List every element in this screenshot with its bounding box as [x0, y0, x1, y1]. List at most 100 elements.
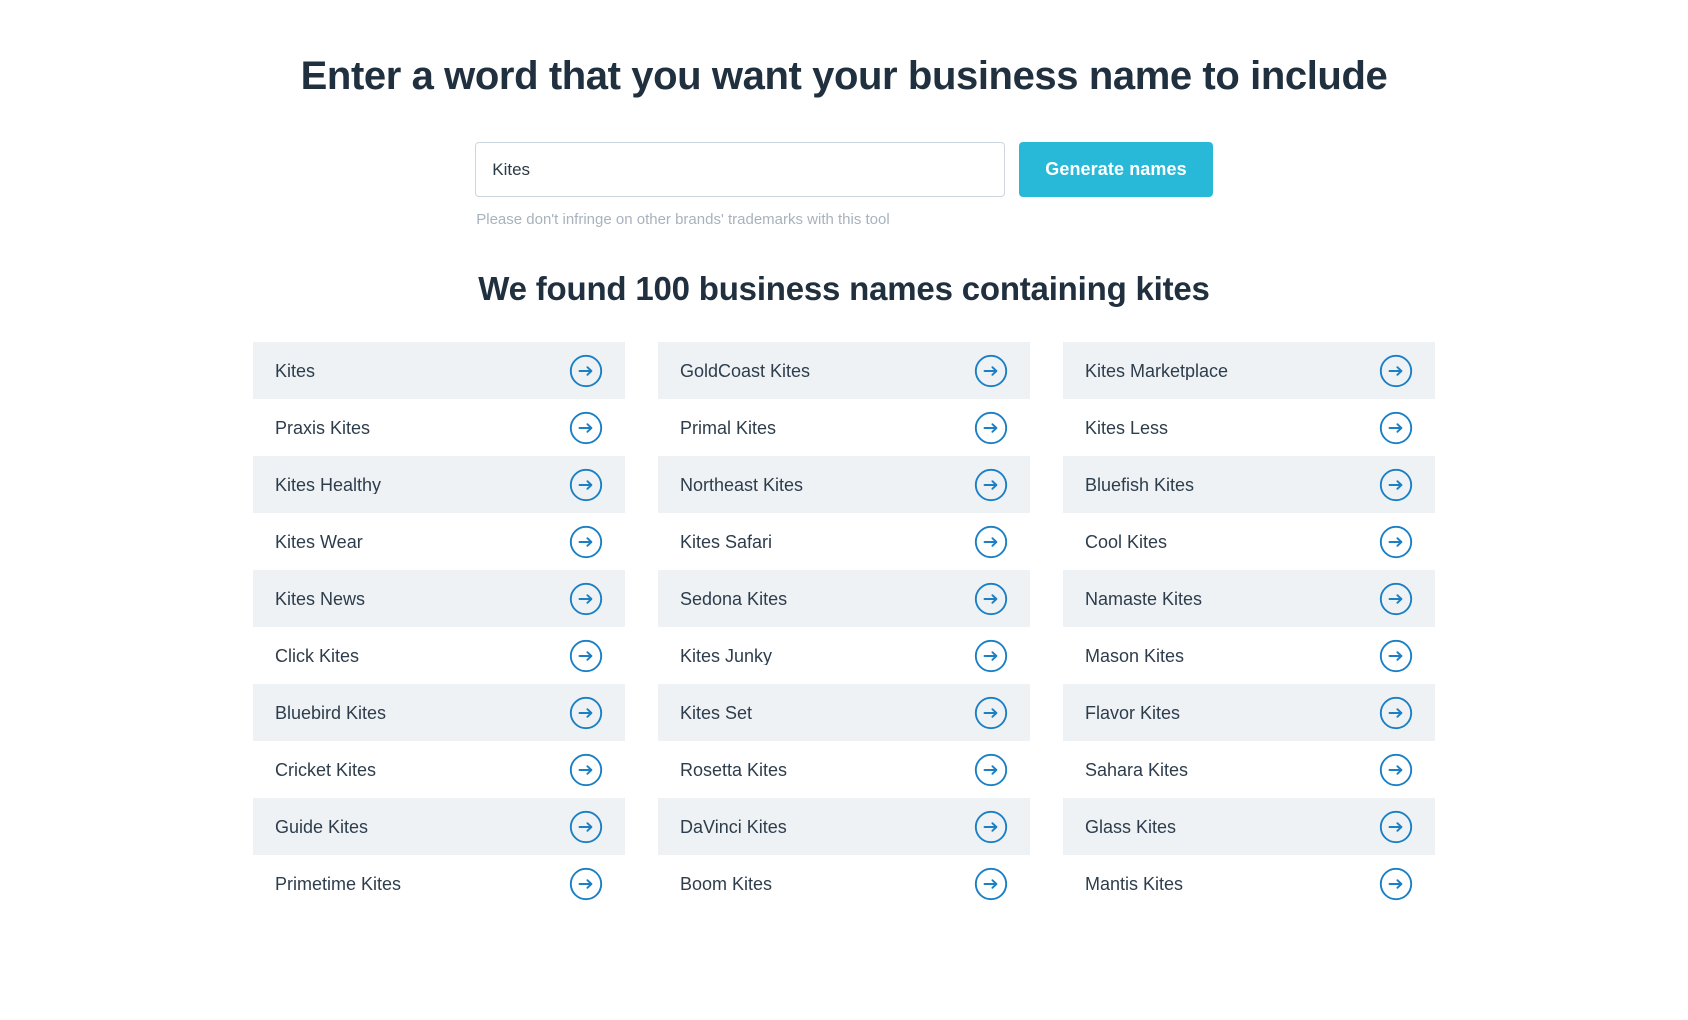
business-name-label: Kites News: [275, 590, 365, 608]
arrow-right-circle-icon[interactable]: [974, 753, 1008, 787]
generate-names-button[interactable]: Generate names: [1019, 142, 1212, 197]
business-name-label: DaVinci Kites: [680, 818, 787, 836]
search-section: Generate names Please don't infringe on …: [0, 142, 1688, 228]
business-name-label: Namaste Kites: [1085, 590, 1202, 608]
business-name-label: Kites Less: [1085, 419, 1168, 437]
business-name-row[interactable]: Guide Kites: [253, 798, 625, 855]
business-name-row[interactable]: Kites: [253, 342, 625, 399]
business-name-row[interactable]: Namaste Kites: [1063, 570, 1435, 627]
business-name-label: Kites Safari: [680, 533, 772, 551]
business-name-label: Bluebird Kites: [275, 704, 386, 722]
arrow-right-circle-icon[interactable]: [974, 468, 1008, 502]
business-name-row[interactable]: Cricket Kites: [253, 741, 625, 798]
business-name-label: Primetime Kites: [275, 875, 401, 893]
business-name-label: Bluefish Kites: [1085, 476, 1194, 494]
arrow-right-circle-icon[interactable]: [1379, 639, 1413, 673]
business-name-row[interactable]: Click Kites: [253, 627, 625, 684]
business-name-row[interactable]: Kites Less: [1063, 399, 1435, 456]
arrow-right-circle-icon[interactable]: [1379, 810, 1413, 844]
business-name-row[interactable]: Glass Kites: [1063, 798, 1435, 855]
results-columns: Kites Praxis Kites Kites Healthy Kites Wear…: [0, 342, 1688, 912]
arrow-right-circle-icon[interactable]: [974, 810, 1008, 844]
business-name-label: Primal Kites: [680, 419, 776, 437]
business-name-row[interactable]: Praxis Kites: [253, 399, 625, 456]
arrow-right-circle-icon[interactable]: [569, 867, 603, 901]
business-name-row[interactable]: Bluebird Kites: [253, 684, 625, 741]
arrow-right-circle-icon[interactable]: [569, 582, 603, 616]
business-name-row[interactable]: Kites News: [253, 570, 625, 627]
arrow-right-circle-icon[interactable]: [569, 753, 603, 787]
business-name-label: GoldCoast Kites: [680, 362, 810, 380]
business-name-label: Kites Junky: [680, 647, 772, 665]
arrow-right-circle-icon[interactable]: [569, 354, 603, 388]
business-name-label: Kites Set: [680, 704, 752, 722]
business-name-row[interactable]: Primal Kites: [658, 399, 1030, 456]
page-root: Enter a word that you want your business…: [0, 0, 1688, 1020]
business-name-label: Cool Kites: [1085, 533, 1167, 551]
business-name-row[interactable]: DaVinci Kites: [658, 798, 1030, 855]
arrow-right-circle-icon[interactable]: [569, 525, 603, 559]
arrow-right-circle-icon[interactable]: [569, 696, 603, 730]
business-name-label: Kites Wear: [275, 533, 363, 551]
arrow-right-circle-icon[interactable]: [974, 696, 1008, 730]
business-name-row[interactable]: Kites Set: [658, 684, 1030, 741]
search-input[interactable]: [475, 142, 1005, 197]
business-name-label: Rosetta Kites: [680, 761, 787, 779]
arrow-right-circle-icon[interactable]: [1379, 468, 1413, 502]
arrow-right-circle-icon[interactable]: [974, 411, 1008, 445]
arrow-right-circle-icon[interactable]: [1379, 582, 1413, 616]
business-name-row[interactable]: Boom Kites: [658, 855, 1030, 912]
business-name-label: Kites: [275, 362, 315, 380]
business-name-row[interactable]: Kites Wear: [253, 513, 625, 570]
business-name-row[interactable]: Flavor Kites: [1063, 684, 1435, 741]
search-row: Generate names: [475, 142, 1212, 197]
arrow-right-circle-icon[interactable]: [974, 867, 1008, 901]
results-heading: We found 100 business names containing k…: [0, 228, 1688, 308]
business-name-label: Sahara Kites: [1085, 761, 1188, 779]
arrow-right-circle-icon[interactable]: [569, 468, 603, 502]
trademark-helper-text: Please don't infringe on other brands' t…: [475, 211, 1212, 228]
business-name-label: Kites Healthy: [275, 476, 381, 494]
arrow-right-circle-icon[interactable]: [974, 354, 1008, 388]
business-name-row[interactable]: Kites Healthy: [253, 456, 625, 513]
arrow-right-circle-icon[interactable]: [1379, 753, 1413, 787]
business-name-row[interactable]: Mantis Kites: [1063, 855, 1435, 912]
arrow-right-circle-icon[interactable]: [1379, 354, 1413, 388]
arrow-right-circle-icon[interactable]: [1379, 525, 1413, 559]
business-name-label: Mason Kites: [1085, 647, 1184, 665]
business-name-label: Glass Kites: [1085, 818, 1176, 836]
business-name-label: Praxis Kites: [275, 419, 370, 437]
business-name-row[interactable]: Kites Safari: [658, 513, 1030, 570]
arrow-right-circle-icon[interactable]: [1379, 696, 1413, 730]
search-block: Generate names Please don't infringe on …: [475, 142, 1212, 228]
arrow-right-circle-icon[interactable]: [974, 639, 1008, 673]
arrow-right-circle-icon[interactable]: [569, 810, 603, 844]
business-name-label: Flavor Kites: [1085, 704, 1180, 722]
business-name-label: Kites Marketplace: [1085, 362, 1228, 380]
arrow-right-circle-icon[interactable]: [569, 411, 603, 445]
business-name-label: Guide Kites: [275, 818, 368, 836]
business-name-row[interactable]: Sedona Kites: [658, 570, 1030, 627]
business-name-row[interactable]: Rosetta Kites: [658, 741, 1030, 798]
business-name-row[interactable]: Primetime Kites: [253, 855, 625, 912]
business-name-label: Mantis Kites: [1085, 875, 1183, 893]
business-name-row[interactable]: GoldCoast Kites: [658, 342, 1030, 399]
business-name-row[interactable]: Bluefish Kites: [1063, 456, 1435, 513]
arrow-right-circle-icon[interactable]: [1379, 411, 1413, 445]
business-name-row[interactable]: Northeast Kites: [658, 456, 1030, 513]
business-name-row[interactable]: Cool Kites: [1063, 513, 1435, 570]
business-name-label: Cricket Kites: [275, 761, 376, 779]
arrow-right-circle-icon[interactable]: [974, 525, 1008, 559]
arrow-right-circle-icon[interactable]: [974, 582, 1008, 616]
business-name-label: Boom Kites: [680, 875, 772, 893]
arrow-right-circle-icon[interactable]: [569, 639, 603, 673]
page-title: Enter a word that you want your business…: [0, 0, 1688, 100]
results-column: Kites Marketplace Kites Less Bluefish Kite…: [1063, 342, 1435, 912]
business-name-row[interactable]: Sahara Kites: [1063, 741, 1435, 798]
results-column: Kites Praxis Kites Kites Healthy Kites Wear…: [253, 342, 625, 912]
arrow-right-circle-icon[interactable]: [1379, 867, 1413, 901]
business-name-row[interactable]: Mason Kites: [1063, 627, 1435, 684]
results-column: GoldCoast Kites Primal Kites Northeast Kit…: [658, 342, 1030, 912]
business-name-row[interactable]: Kites Marketplace: [1063, 342, 1435, 399]
business-name-row[interactable]: Kites Junky: [658, 627, 1030, 684]
